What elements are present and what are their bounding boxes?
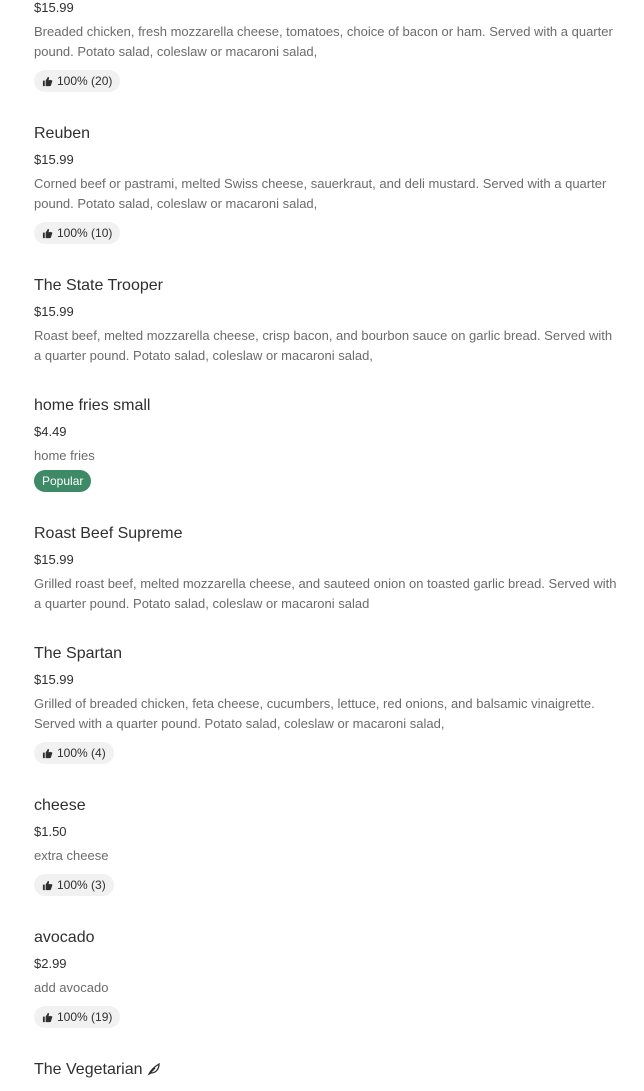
- rating-text: 100% (20): [57, 74, 113, 88]
- item-price: $15.99: [34, 672, 74, 687]
- item-price: $4.49: [34, 424, 67, 439]
- item-description: extra cheese: [34, 848, 109, 863]
- rating-text: 100% (19): [57, 1010, 113, 1024]
- menu-item-avocado[interactable]: avocado $2.99 add avocado 100% (19): [34, 928, 618, 1028]
- item-price: $15.99: [34, 552, 74, 567]
- item-name: The Spartan: [34, 645, 123, 662]
- rating-text: 100% (10): [57, 226, 113, 240]
- menu-item-the-spartan[interactable]: The Spartan $15.99 Grilled of breaded ch…: [34, 644, 618, 764]
- rating-text: 100% (3): [57, 878, 106, 892]
- menu-item-the-state-trooper[interactable]: The State Trooper $15.99 Roast beef, mel…: [34, 276, 618, 368]
- item-price: $1.50: [34, 824, 67, 839]
- thumbs-up-icon: [42, 228, 53, 238]
- thumbs-up-icon: [42, 880, 53, 890]
- thumbs-up-icon: [42, 76, 53, 86]
- menu-item-reuben[interactable]: Reuben $15.99 Corned beef or pastrami, m…: [34, 124, 618, 244]
- item-description: Corned beef or pastrami, melted Swiss ch…: [34, 176, 607, 211]
- item-name: cheese: [34, 797, 86, 814]
- item-description: Grilled of breaded chicken, feta cheese,…: [34, 696, 595, 731]
- item-name: The State Trooper: [34, 277, 163, 294]
- menu-item-cheese[interactable]: cheese $1.50 extra cheese 100% (3): [34, 796, 618, 896]
- item-name: home fries small: [34, 397, 151, 414]
- item-description: Breaded chicken, fresh mozzarella cheese…: [34, 24, 613, 59]
- item-description: add avocado: [34, 980, 109, 995]
- leaf-icon: [147, 1062, 160, 1076]
- item-name-row: The Vegetarian: [34, 1060, 161, 1080]
- item-price: $15.99: [34, 304, 74, 319]
- item-description: Roast beef, melted mozzarella cheese, cr…: [34, 328, 613, 363]
- item-name: Reuben: [34, 125, 91, 142]
- thumbs-up-icon: [42, 748, 53, 758]
- rating-badge: 100% (3): [34, 874, 114, 896]
- rating-badge: 100% (20): [34, 70, 121, 92]
- rating-text: 100% (4): [57, 746, 106, 760]
- item-price: $15.99: [34, 152, 74, 167]
- menu-item-home-fries-small[interactable]: home fries small $4.49 home fries Popula…: [34, 396, 618, 496]
- menu-item-roast-beef-supreme[interactable]: Roast Beef Supreme $15.99 Grilled roast …: [34, 524, 618, 616]
- item-price: $2.99: [34, 956, 67, 971]
- menu-item-the-vegetarian[interactable]: The Vegetarian: [34, 1060, 618, 1091]
- rating-badge: 100% (10): [34, 222, 121, 244]
- item-name: avocado: [34, 929, 95, 946]
- item-price: $15.99: [34, 0, 74, 15]
- item-name: Roast Beef Supreme: [34, 525, 183, 542]
- item-description: home fries: [34, 448, 95, 463]
- menu-item-chicken-sandwich[interactable]: $15.99 Breaded chicken, fresh mozzarella…: [34, 0, 618, 92]
- item-name: The Vegetarian: [34, 1061, 143, 1078]
- item-description: Grilled roast beef, melted mozzarella ch…: [34, 576, 617, 611]
- popular-badge: Popular: [34, 470, 92, 492]
- rating-badge: 100% (19): [34, 1006, 121, 1028]
- thumbs-up-icon: [42, 1012, 53, 1022]
- rating-badge: 100% (4): [34, 742, 114, 764]
